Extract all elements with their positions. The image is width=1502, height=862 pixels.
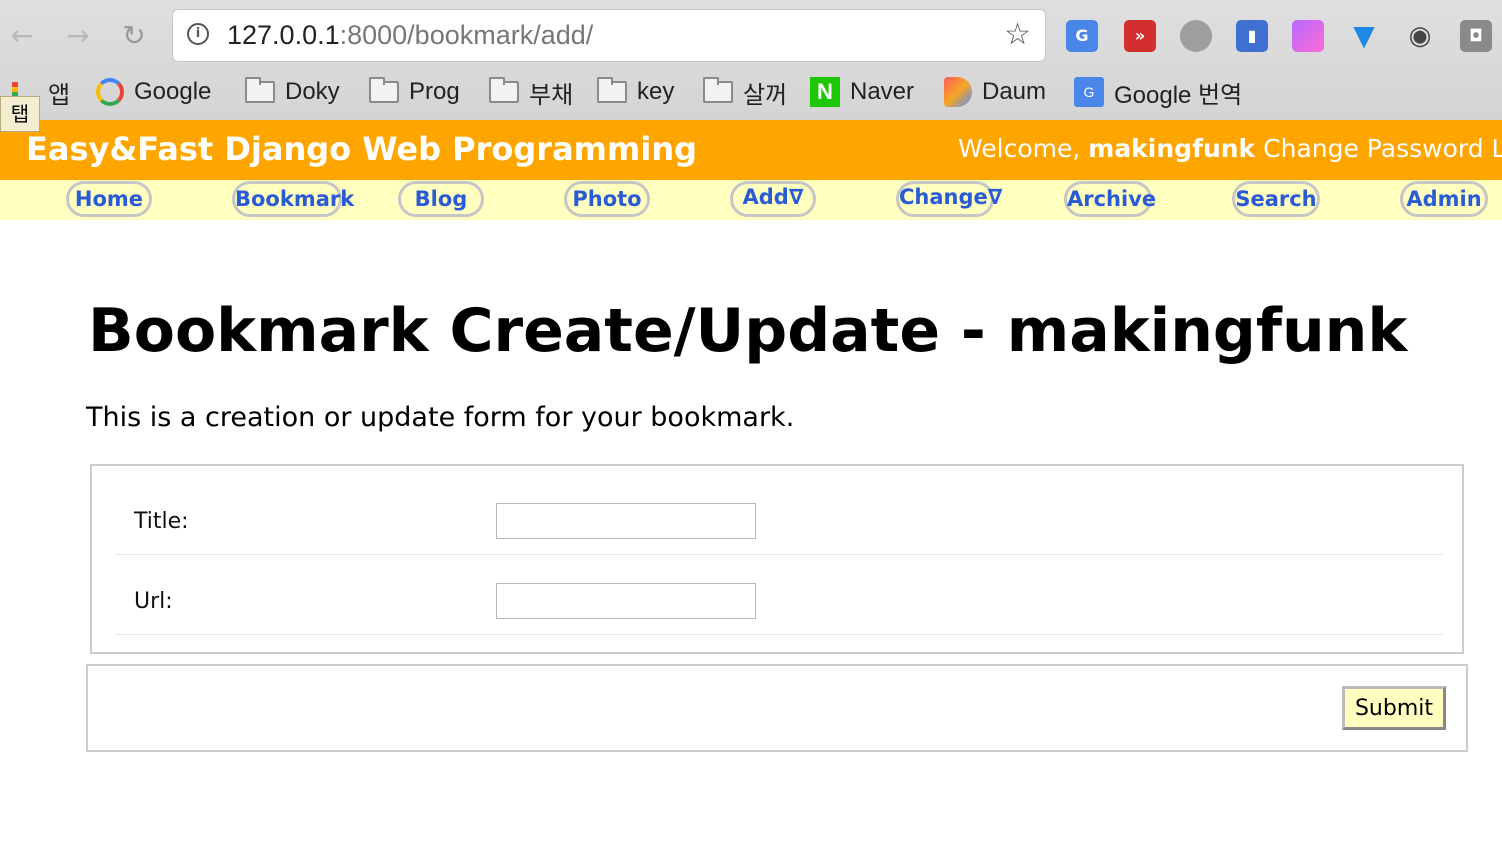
welcome-text: Welcome, xyxy=(958,134,1081,163)
change-password-link[interactable]: Change Password xyxy=(1263,134,1483,163)
bookmarks-bar: 앱 Google Doky Prog 부채 key 살꺼 N Naver Daum… xyxy=(0,72,1502,112)
bookmark-folder-prog[interactable]: Prog xyxy=(369,72,460,112)
back-icon[interactable]: ← xyxy=(4,18,40,54)
page-title: Bookmark Create/Update - makingfunk xyxy=(88,296,1408,366)
menu-home[interactable]: Home xyxy=(66,181,152,217)
bookmark-folder-debt[interactable]: 부채 xyxy=(489,72,573,112)
globe-extension-icon[interactable] xyxy=(1180,20,1212,52)
tab-tooltip: 탭 xyxy=(0,96,40,132)
bookmark-folder-key[interactable]: key xyxy=(597,72,674,112)
address-bar[interactable]: i 127.0.0.1:8000/bookmark/add/ ☆ xyxy=(172,9,1046,62)
menu-archive[interactable]: Archive xyxy=(1064,181,1156,217)
submit-panel: Submit xyxy=(86,664,1468,752)
bookmark-folder-doky[interactable]: Doky xyxy=(245,72,340,112)
bookmark-naver[interactable]: N Naver xyxy=(810,72,914,112)
google-translate-extension-icon[interactable]: G xyxy=(1066,20,1098,52)
main-menu: Home Bookmark Blog Photo Add∇ Change∇ Ar… xyxy=(0,180,1502,220)
site-title[interactable]: Easy&Fast Django Web Programming xyxy=(26,130,697,168)
user-welcome: Welcome, makingfunk Change Password Logo… xyxy=(958,134,1502,163)
folder-icon xyxy=(369,77,399,103)
naver-icon: N xyxy=(810,77,840,107)
diamond-extension-icon[interactable]: ▼ xyxy=(1348,20,1380,52)
bookmark-star-icon[interactable]: ☆ xyxy=(1004,17,1031,52)
forward-icon[interactable]: → xyxy=(60,18,96,54)
google-translate-icon: G xyxy=(1074,77,1104,107)
menu-add-dropdown[interactable]: Add∇ xyxy=(730,181,816,217)
daum-icon xyxy=(944,77,972,107)
folder-icon xyxy=(245,77,275,103)
info-icon[interactable]: i xyxy=(187,23,209,45)
bookmark-form: Title: Url: xyxy=(90,464,1464,654)
browser-chrome: ← → ↻ i 127.0.0.1:8000/bookmark/add/ ☆ G… xyxy=(0,0,1502,120)
site-header: Easy&Fast Django Web Programming Welcome… xyxy=(0,120,1502,180)
lock-extension-icon[interactable]: ◉ xyxy=(1404,20,1436,52)
title-label: Title: xyxy=(134,509,189,534)
menu-bookmark[interactable]: Bookmark xyxy=(232,181,354,217)
url-text[interactable]: 127.0.0.1:8000/bookmark/add/ xyxy=(227,20,593,51)
folder-icon xyxy=(597,77,627,103)
page-description: This is a creation or update form for yo… xyxy=(86,402,795,433)
menu-photo[interactable]: Photo xyxy=(564,181,650,217)
username: makingfunk xyxy=(1088,134,1256,163)
bookmark-extension-icon[interactable]: ▮ xyxy=(1236,20,1268,52)
form-row-url: Url: xyxy=(115,555,1443,635)
camera-extension-icon[interactable]: ◘ xyxy=(1460,20,1492,52)
folder-icon xyxy=(489,77,519,103)
bookmark-google-translate[interactable]: G Google 번역 xyxy=(1074,72,1242,112)
submit-button[interactable]: Submit xyxy=(1342,686,1446,730)
form-row-title: Title: xyxy=(115,475,1443,555)
menu-admin[interactable]: Admin xyxy=(1400,181,1488,217)
bookmark-google[interactable]: Google xyxy=(96,72,211,112)
reload-icon[interactable]: ↻ xyxy=(116,18,152,54)
bookmark-folder-buy[interactable]: 살꺼 xyxy=(703,72,787,112)
menu-blog[interactable]: Blog xyxy=(398,181,484,217)
url-label: Url: xyxy=(134,589,173,614)
url-input[interactable] xyxy=(496,583,756,619)
title-input[interactable] xyxy=(496,503,756,539)
google-icon xyxy=(96,78,124,106)
folder-icon xyxy=(703,77,733,103)
color-extension-icon[interactable] xyxy=(1292,20,1324,52)
menu-change-dropdown[interactable]: Change∇ xyxy=(896,181,1002,217)
bookmark-daum[interactable]: Daum xyxy=(944,72,1046,112)
fast-forward-extension-icon[interactable]: » xyxy=(1124,20,1156,52)
logout-link[interactable]: Logout xyxy=(1492,134,1502,163)
menu-search[interactable]: Search xyxy=(1232,181,1320,217)
